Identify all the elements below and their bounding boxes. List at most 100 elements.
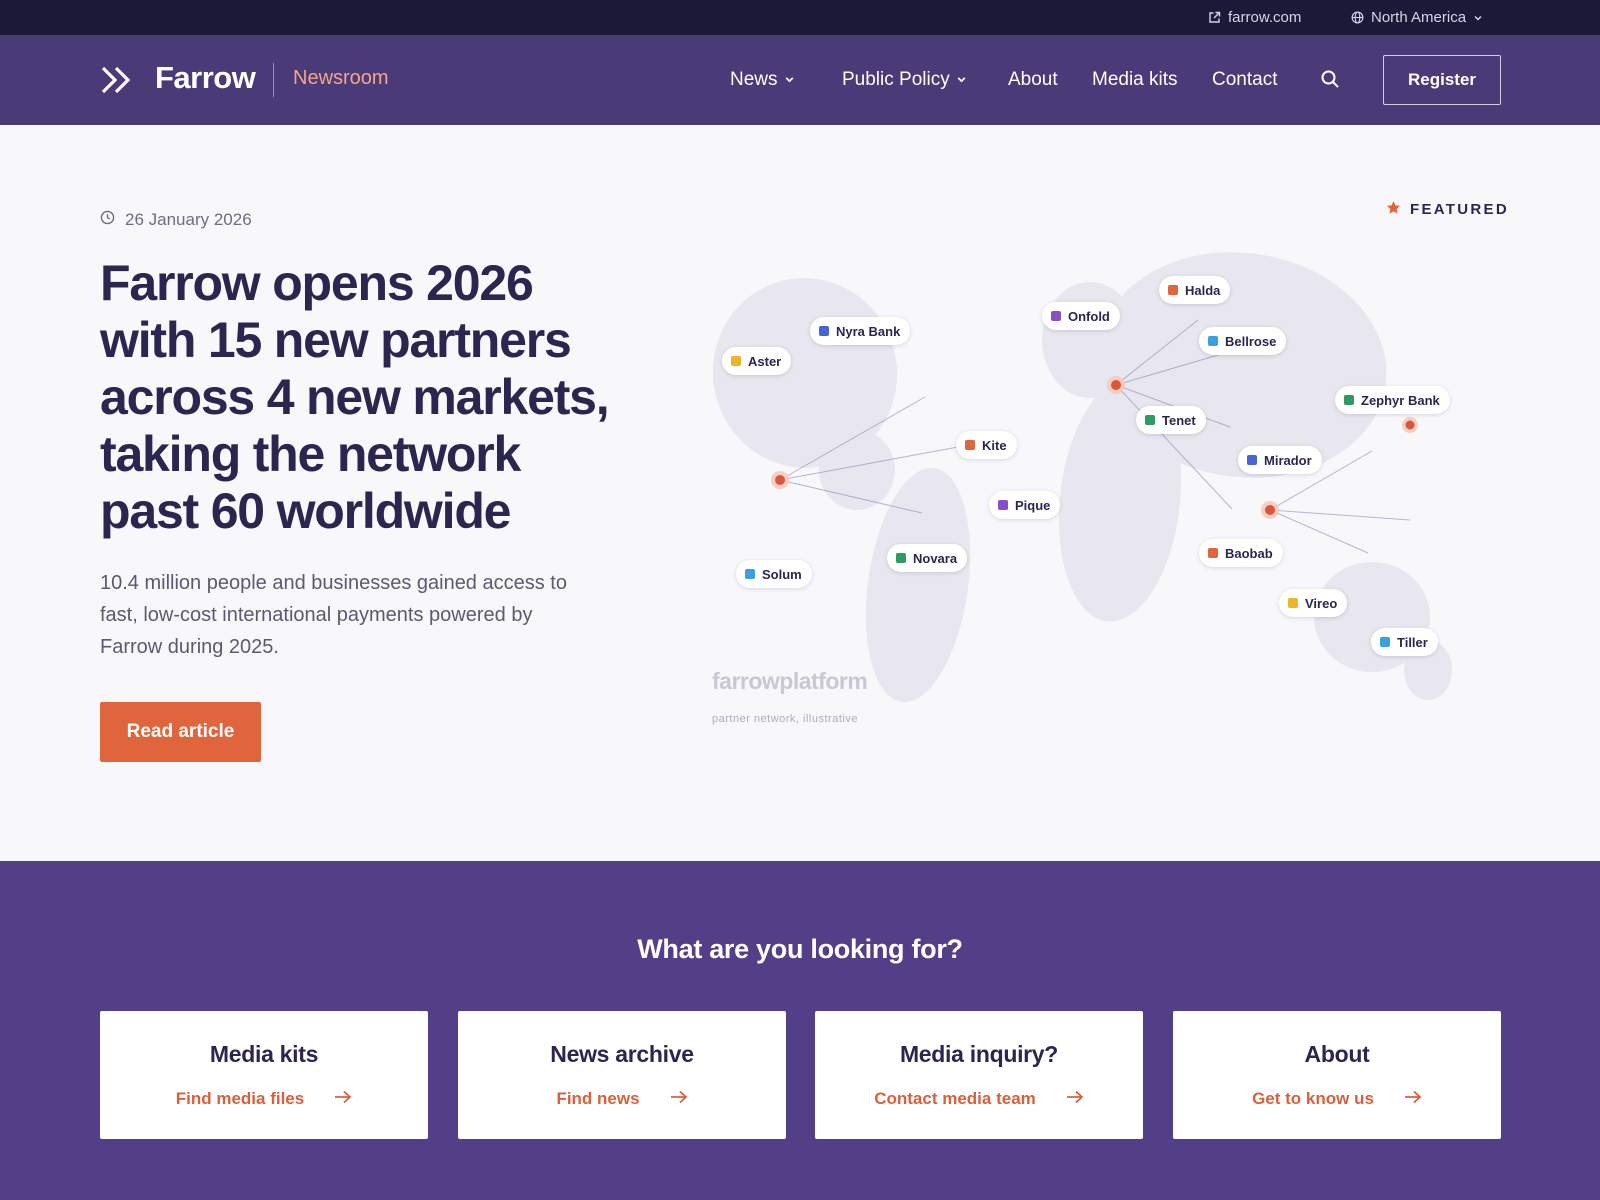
partner-pin-baobab[interactable]: Baobab (1199, 539, 1283, 567)
article-date: 26 January 2026 (100, 210, 252, 230)
partner-pin-marker (896, 553, 906, 563)
arrow-right-icon (1066, 1089, 1084, 1109)
partner-pin-vireo[interactable]: Vireo (1279, 589, 1348, 617)
card-news-archive[interactable]: News archive Find news (458, 1011, 786, 1139)
partner-pin-label: Kite (982, 437, 1007, 453)
logo-chevrons-icon[interactable] (100, 64, 134, 96)
card-link-label: Get to know us (1252, 1089, 1374, 1108)
star-icon (1386, 200, 1401, 219)
partner-pin-label: Solum (762, 566, 802, 582)
map-brandmark: farrowplatform (712, 668, 868, 694)
logo-divider (273, 63, 274, 97)
utility-bar: farrow.com North America (0, 0, 1600, 35)
nav-news-label: News (730, 69, 778, 90)
partner-pin-marker (1168, 285, 1178, 295)
partner-pin-tenet[interactable]: Tenet (1136, 406, 1206, 434)
site-link[interactable]: farrow.com (1208, 0, 1301, 35)
chevron-down-icon (784, 69, 795, 91)
partner-pin-novara[interactable]: Novara (887, 544, 968, 572)
partner-pin-tiller[interactable]: Tiller (1371, 628, 1438, 656)
partner-pin-marker (1344, 395, 1354, 405)
card-about[interactable]: About Get to know us (1173, 1011, 1501, 1139)
partner-pin-marker (1051, 311, 1061, 321)
partner-pin-mirador[interactable]: Mirador (1238, 446, 1322, 474)
partner-pin-label: Bellrose (1225, 333, 1277, 349)
partner-pin-marker (965, 440, 975, 450)
card-media-inquiry[interactable]: Media inquiry? Contact media team (815, 1011, 1143, 1139)
partner-pin-label: Tiller (1397, 634, 1428, 650)
arrow-right-icon (334, 1089, 352, 1109)
site-header: Farrow Newsroom News Public Policy About… (0, 35, 1600, 125)
newsroom-label[interactable]: Newsroom (293, 67, 389, 90)
hero-section: 26 January 2026 Farrow opens 2026 with 1… (0, 125, 1600, 861)
card-link[interactable]: Get to know us (1173, 1089, 1501, 1109)
chevron-down-icon (1473, 13, 1483, 23)
card-media-kits[interactable]: Media kits Find media files (100, 1011, 428, 1139)
card-link[interactable]: Contact media team (815, 1089, 1143, 1109)
partner-pin-label: Nyra Bank (836, 323, 901, 339)
site-link-label: farrow.com (1228, 9, 1302, 26)
register-button[interactable]: Register (1383, 55, 1501, 105)
partner-pin-halda[interactable]: Halda (1159, 276, 1231, 304)
partner-pin-label: Pique (1015, 497, 1051, 513)
partner-pin-marker (1380, 637, 1390, 647)
partner-pin-pique[interactable]: Pique (989, 491, 1061, 519)
chevron-down-icon (956, 69, 967, 91)
partner-pin-kite[interactable]: Kite (956, 431, 1017, 459)
card-link-label: Find media files (175, 1089, 305, 1108)
clock-icon (100, 210, 115, 230)
partner-pin-label: Vireo (1305, 595, 1338, 611)
arrow-right-icon (1404, 1089, 1422, 1109)
featured-label: FEATURED (1410, 201, 1509, 218)
search-icon[interactable] (1320, 69, 1342, 91)
card-link[interactable]: Find news (458, 1089, 786, 1109)
card-link[interactable]: Find media files (100, 1089, 428, 1109)
partner-pin-marker (1288, 598, 1298, 608)
region-selector[interactable]: North America (1351, 0, 1483, 35)
partner-pin-aster[interactable]: Aster (722, 347, 792, 375)
partner-pin-marker (998, 500, 1008, 510)
partner-pin-marker (745, 569, 755, 579)
partner-pin-marker (819, 326, 829, 336)
featured-badge: FEATURED (1386, 200, 1509, 219)
hero-lede: 10.4 million people and businesses gaine… (100, 572, 567, 658)
quick-links-section: What are you looking for? Media kits Fin… (0, 861, 1600, 1200)
globe-icon (1351, 11, 1364, 24)
partner-pin-marker (1145, 415, 1155, 425)
article-date-text: 26 January 2026 (125, 210, 252, 229)
nav-public-policy[interactable]: Public Policy (842, 69, 967, 91)
partner-pin-nyra-bank[interactable]: Nyra Bank (810, 317, 911, 345)
card-title: Media kits (209, 1041, 319, 1067)
region-label: North America (1371, 9, 1467, 26)
quick-links-title: What are you looking for? (637, 934, 963, 964)
nav-media-kits[interactable]: Media kits (1092, 69, 1178, 91)
card-link-label: Find news (556, 1089, 640, 1108)
card-link-label: Contact media team (874, 1089, 1036, 1108)
partner-pin-solum[interactable]: Solum (736, 560, 812, 588)
external-link-icon (1208, 11, 1221, 24)
nav-public-policy-label: Public Policy (842, 69, 950, 90)
partner-pin-label: Halda (1185, 282, 1221, 298)
card-title: About (1304, 1041, 1370, 1067)
partner-pin-zephyr-bank[interactable]: Zephyr Bank (1335, 386, 1450, 414)
partner-pin-marker (1247, 455, 1257, 465)
nav-about[interactable]: About (1008, 69, 1058, 91)
hero-headline[interactable]: Farrow opens 2026 with 15 new partners a… (100, 255, 620, 540)
nav-contact[interactable]: Contact (1212, 69, 1277, 91)
partner-pin-marker (1208, 336, 1218, 346)
partner-pin-label: Zephyr Bank (1361, 392, 1440, 408)
read-article-button[interactable]: Read article (100, 702, 261, 762)
partner-pin-label: Baobab (1225, 545, 1273, 561)
partner-pin-label: Novara (913, 550, 958, 566)
nav-news[interactable]: News (730, 69, 795, 91)
partner-pin-label: Onfold (1068, 308, 1110, 324)
partner-pin-label: Tenet (1162, 412, 1196, 428)
partner-pin-bellrose[interactable]: Bellrose (1199, 327, 1287, 355)
card-title: Media inquiry? (899, 1041, 1059, 1067)
map-caption: partner network, illustrative (712, 713, 858, 725)
card-title: News archive (550, 1041, 694, 1067)
partner-pin-label: Mirador (1264, 452, 1312, 468)
partner-pin-marker (731, 356, 741, 366)
logo-wordmark[interactable]: Farrow (155, 60, 256, 96)
partner-pin-onfold[interactable]: Onfold (1042, 302, 1120, 330)
